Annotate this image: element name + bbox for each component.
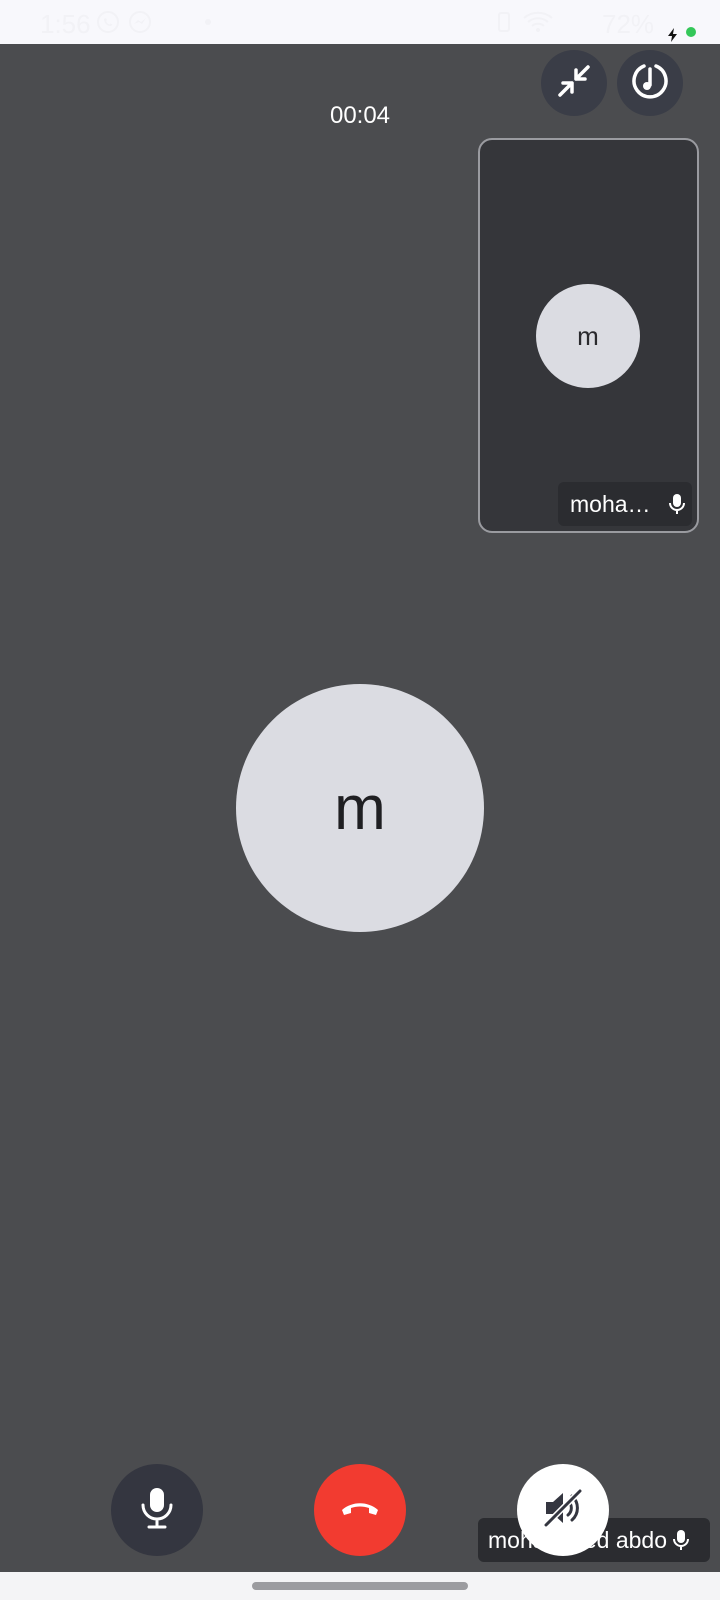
microphone-icon (668, 493, 685, 515)
mute-mic-button[interactable] (111, 1464, 203, 1556)
microphone-icon (137, 1485, 177, 1536)
charging-icon (666, 18, 680, 42)
pip-participant-name: moha… (570, 490, 651, 517)
main-participant-avatar: m (236, 684, 484, 932)
audio-effects-icon (630, 61, 670, 106)
speaker-toggle-button[interactable] (517, 1464, 609, 1556)
navigation-bar (0, 1572, 720, 1600)
minimize-arrows-icon (554, 61, 594, 106)
end-call-icon (338, 1496, 382, 1525)
status-time: 1:56 (40, 9, 91, 39)
wifi-icon (522, 10, 562, 34)
status-bar: 1:56 72% (0, 0, 720, 44)
minimize-call-button[interactable] (541, 50, 607, 116)
pip-name-chip: moha… (558, 482, 692, 526)
dot-icon (196, 10, 220, 34)
call-area: 00:04 m moha… m abdo (0, 44, 720, 1572)
home-gesture-handle[interactable] (252, 1582, 468, 1590)
speaker-muted-icon (540, 1485, 586, 1536)
whatsapp-icon (96, 10, 120, 34)
pip-participant-tile[interactable]: m moha… (478, 138, 699, 533)
messenger-icon (128, 10, 152, 34)
audio-effects-button[interactable] (617, 50, 683, 116)
pip-avatar: m (536, 284, 640, 388)
vibrate-icon (492, 10, 516, 34)
microphone-icon (673, 1529, 689, 1551)
privacy-indicator-dot (686, 27, 696, 37)
end-call-button[interactable] (314, 1464, 406, 1556)
call-timer: 00:04 (329, 102, 391, 129)
battery-percent: 72% (602, 9, 655, 39)
